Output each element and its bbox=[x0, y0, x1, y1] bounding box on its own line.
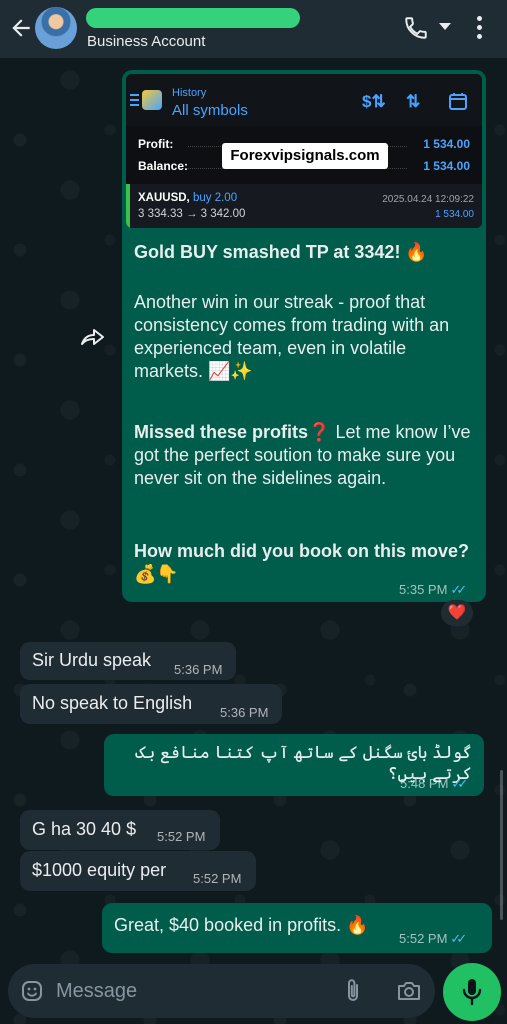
message-headline: Gold BUY smashed TP at 3342! 🔥 bbox=[134, 242, 428, 262]
message-time: 5:36 PM bbox=[220, 705, 269, 720]
more-vert-icon[interactable] bbox=[476, 16, 484, 40]
read-ticks-icon: ✓✓ bbox=[450, 931, 467, 946]
message-text: $1000 equity per bbox=[32, 860, 167, 880]
trade-datetime: 2025.04.24 12:09:22 bbox=[382, 194, 474, 205]
scrollbar[interactable] bbox=[500, 770, 503, 920]
phone-icon[interactable] bbox=[403, 15, 429, 41]
message-time: 5:52 PM bbox=[193, 871, 242, 886]
message-paragraph: Another win in our streak - proof that c… bbox=[134, 292, 450, 381]
message-time: 5:52 PM ✓✓ bbox=[399, 931, 467, 946]
chevron-down-icon[interactable] bbox=[439, 23, 451, 30]
message-text: No speak to English bbox=[32, 693, 193, 713]
hamburger-icon bbox=[130, 94, 139, 106]
app-logo-icon bbox=[142, 90, 162, 110]
trade-row: XAUUSD, buy 2.00 3 334.33 → 3 342.00 202… bbox=[126, 184, 482, 228]
message-time: 5:48 PM ✓✓ bbox=[400, 776, 468, 791]
message-text: Great, $40 booked in profits. 🔥 bbox=[114, 915, 369, 935]
forwarded-image[interactable]: History All symbols $⇅ ⇅ Profit: 1 534.0… bbox=[126, 74, 482, 228]
message-text: Sir Urdu speak bbox=[32, 650, 152, 670]
message-time: 5:35 PM ✓✓ bbox=[399, 582, 467, 597]
trade-prices: 3 334.33 → 3 342.00 bbox=[138, 208, 246, 220]
message-question: How much did you book on this move? 💰👇 bbox=[134, 541, 470, 584]
read-ticks-icon: ✓✓ bbox=[450, 582, 467, 597]
camera-icon[interactable] bbox=[396, 979, 422, 1003]
message-text: G ha 30 40 $ bbox=[32, 819, 137, 839]
card-symbols-label: All symbols bbox=[172, 102, 248, 119]
trade-direction: buy 2.00 bbox=[192, 192, 238, 204]
profit-value: 1 534.00 bbox=[423, 137, 470, 151]
message-paragraph: Missed these profits❓ Let me know I’ve g… bbox=[134, 421, 474, 490]
balance-value: 1 534.00 bbox=[423, 159, 470, 173]
profit-label: Profit: bbox=[138, 137, 174, 151]
dollar-sort-icon: $⇅ bbox=[362, 92, 386, 111]
calendar-icon bbox=[449, 93, 467, 110]
emoji-icon[interactable] bbox=[20, 979, 44, 1003]
message-time: 5:36 PM bbox=[174, 662, 223, 677]
mic-icon bbox=[462, 979, 482, 1006]
trade-symbol: XAUUSD, buy 2.00 bbox=[138, 192, 238, 204]
reaction-heart[interactable]: ❤️ bbox=[441, 600, 473, 626]
watermark: Forexvipsignals.com bbox=[222, 143, 388, 169]
avatar[interactable] bbox=[35, 7, 77, 49]
sort-icon: ⇅ bbox=[406, 92, 421, 111]
message-bold-text: Missed these profits❓ bbox=[134, 422, 331, 442]
contact-name-redacted[interactable] bbox=[86, 8, 300, 28]
message-input[interactable] bbox=[56, 976, 316, 1006]
message-time: 5:52 PM bbox=[157, 829, 206, 844]
card-history-label: History bbox=[172, 87, 207, 99]
read-ticks-icon: ✓✓ bbox=[451, 776, 468, 791]
paperclip-icon[interactable] bbox=[342, 978, 364, 1004]
voice-record-button[interactable] bbox=[443, 963, 501, 1021]
balance-label: Balance: bbox=[138, 159, 189, 173]
trade-profit: 1 534.00 bbox=[435, 209, 474, 220]
back-arrow-icon[interactable] bbox=[8, 14, 34, 42]
contact-subtitle: Business Account bbox=[87, 33, 206, 50]
forward-icon[interactable] bbox=[80, 326, 106, 348]
chat-header: Business Account bbox=[0, 0, 507, 58]
message-composer bbox=[8, 964, 435, 1018]
